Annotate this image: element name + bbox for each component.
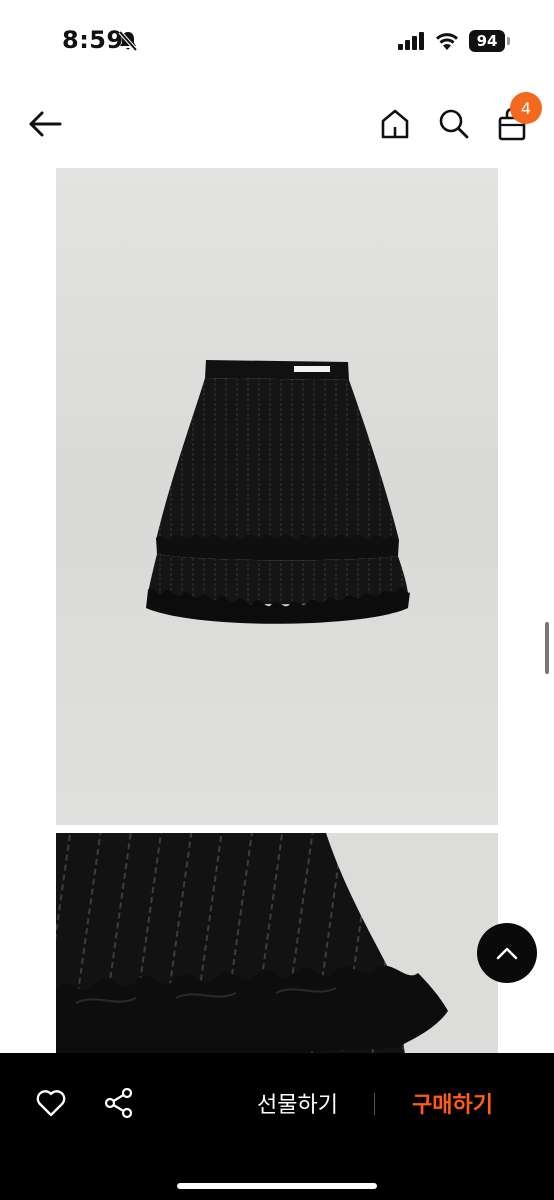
home-icon[interactable] bbox=[380, 108, 410, 140]
status-time: 8:59 bbox=[62, 26, 124, 54]
status-bar: 8:59 94 bbox=[0, 0, 554, 80]
product-photo[interactable] bbox=[56, 168, 498, 825]
share-icon[interactable] bbox=[104, 1087, 134, 1119]
detail-photo[interactable] bbox=[56, 833, 498, 1063]
top-nav: 4 bbox=[0, 90, 554, 160]
chevron-up-icon bbox=[496, 947, 518, 960]
bell-slash-icon bbox=[118, 30, 138, 52]
scroll-indicator[interactable] bbox=[545, 622, 549, 674]
home-indicator bbox=[177, 1183, 377, 1189]
heart-icon[interactable] bbox=[36, 1089, 66, 1117]
gift-button[interactable]: 선물하기 bbox=[240, 1085, 355, 1121]
bottom-action-bar: 선물하기 구매하기 bbox=[0, 1053, 554, 1200]
search-icon[interactable] bbox=[438, 108, 470, 140]
signal-icon bbox=[398, 32, 424, 50]
cart-count-badge: 4 bbox=[510, 92, 542, 124]
battery-tip bbox=[507, 37, 510, 45]
scroll-to-top-button[interactable] bbox=[477, 923, 537, 983]
buy-button[interactable]: 구매하기 bbox=[395, 1085, 510, 1121]
wifi-icon bbox=[436, 33, 458, 50]
battery-level: 94 bbox=[476, 32, 498, 50]
back-arrow-icon[interactable] bbox=[28, 110, 62, 138]
divider bbox=[374, 1093, 375, 1115]
battery-icon: 94 bbox=[469, 30, 505, 52]
